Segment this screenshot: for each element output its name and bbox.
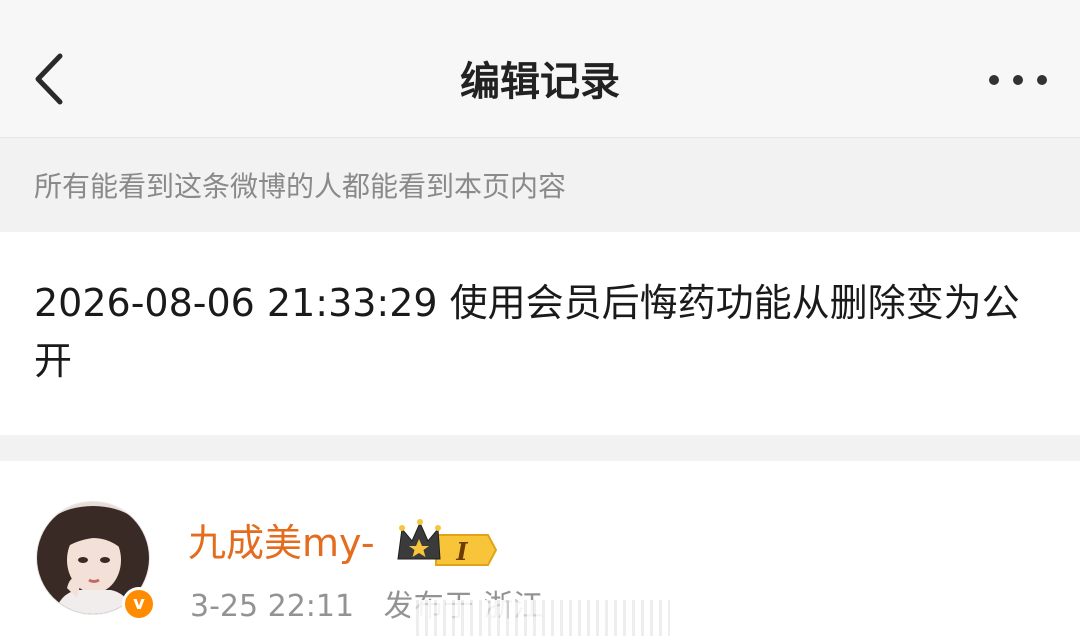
- avatar-container[interactable]: v: [36, 501, 156, 621]
- section-divider: [0, 435, 1080, 461]
- visibility-notice: 所有能看到这条微博的人都能看到本页内容: [0, 138, 1080, 232]
- verified-v-icon: v: [122, 587, 156, 621]
- page-title: 编辑记录: [460, 59, 620, 105]
- vip-crown-badge: I: [396, 517, 500, 567]
- vip-level-label: I: [455, 537, 468, 566]
- redaction-blur: [410, 600, 670, 636]
- edit-record-text: 2026-08-06 21:33:29 使用会员后悔药功能从删除变为公开: [34, 281, 1020, 383]
- crown-icon: I: [397, 519, 498, 566]
- visibility-notice-text: 所有能看到这条微博的人都能看到本页内容: [34, 170, 567, 203]
- edit-record-item: 2026-08-06 21:33:29 使用会员后悔药功能从删除变为公开: [0, 232, 1080, 435]
- more-options-button[interactable]: [984, 60, 1054, 100]
- post-time: 3-25 22:11: [190, 589, 355, 624]
- username[interactable]: 九成美my-: [188, 515, 375, 571]
- ellipsis-icon: [989, 75, 1047, 85]
- navigation-bar: 编辑记录: [0, 0, 1080, 138]
